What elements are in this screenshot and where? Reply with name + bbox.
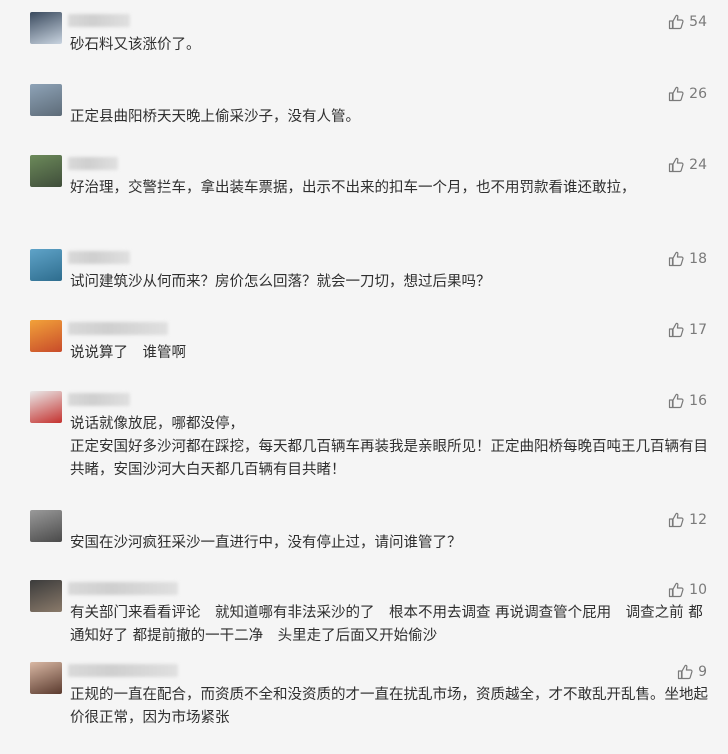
comment-text: 说话就像放屁，哪都没停， 正定安国好多沙河都在踩挖，每天都几百辆车再装我是亲眼所… (70, 416, 708, 478)
avatar[interactable] (30, 510, 62, 542)
like-button[interactable]: 24 (668, 155, 707, 175)
comment-text: 试问建筑沙从何而来？房价怎么回落？就会一刀切，想过后果吗？ (70, 274, 491, 290)
like-button[interactable]: 54 (668, 12, 707, 32)
like-count: 17 (689, 322, 707, 338)
like-count: 24 (689, 157, 707, 173)
avatar[interactable] (30, 580, 62, 612)
comment-text: 正定县曲阳桥天天晚上偷采沙子，没有人管。 (70, 109, 360, 125)
commenter-name-blurred (68, 393, 130, 406)
thumbs-up-icon (668, 157, 684, 173)
thumbs-up-icon (668, 393, 684, 409)
thumbs-up-icon (668, 14, 684, 30)
avatar[interactable] (30, 320, 62, 352)
comment-text: 正规的一直在配合，而资质不全和没资质的才一直在扰乱市场，资质越全，才不敢乱开乱售… (70, 687, 708, 726)
comment-text: 说说算了 谁管啊 (70, 345, 186, 361)
commenter-name-blurred (68, 664, 178, 677)
avatar[interactable] (30, 662, 62, 694)
like-count: 54 (689, 14, 707, 30)
comment-text: 安国在沙河疯狂采沙一直进行中，没有停止过，请问谁管了？ (70, 535, 462, 551)
avatar[interactable] (30, 155, 62, 187)
avatar[interactable] (30, 391, 62, 423)
like-button[interactable]: 18 (668, 249, 707, 269)
comment-text: 砂石料又该涨价了。 (70, 37, 201, 53)
commenter-name-blurred (68, 251, 130, 264)
comment-text: 好治理，交警拦车，拿出装车票据，出示不出来的扣车一个月，也不用罚款看谁还敢拉， (70, 180, 636, 196)
thumbs-up-icon (668, 86, 684, 102)
avatar[interactable] (30, 84, 62, 116)
thumbs-up-icon (668, 322, 684, 338)
comment-text: 有关部门来看看评论 就知道哪有非法采沙的了 根本不用去调查 再说调查管个屁用 调… (70, 605, 703, 644)
thumbs-up-icon (668, 512, 684, 528)
like-button[interactable]: 9 (677, 662, 707, 682)
avatar[interactable] (30, 12, 62, 44)
thumbs-up-icon (668, 582, 684, 598)
like-button[interactable]: 16 (668, 391, 707, 411)
like-count: 18 (689, 251, 707, 267)
like-count: 10 (689, 582, 707, 598)
like-button[interactable]: 17 (668, 320, 707, 340)
thumbs-up-icon (668, 251, 684, 267)
commenter-name-blurred (68, 157, 118, 170)
commenter-name-blurred (68, 582, 178, 595)
commenter-name-blurred (68, 14, 130, 27)
commenter-name-blurred (68, 322, 168, 335)
avatar[interactable] (30, 249, 62, 281)
like-button[interactable]: 12 (668, 510, 707, 530)
like-count: 9 (698, 664, 707, 680)
like-count: 12 (689, 512, 707, 528)
like-count: 26 (689, 86, 707, 102)
like-count: 16 (689, 393, 707, 409)
like-button[interactable]: 10 (668, 580, 707, 600)
thumbs-up-icon (677, 664, 693, 680)
like-button[interactable]: 26 (668, 84, 707, 104)
